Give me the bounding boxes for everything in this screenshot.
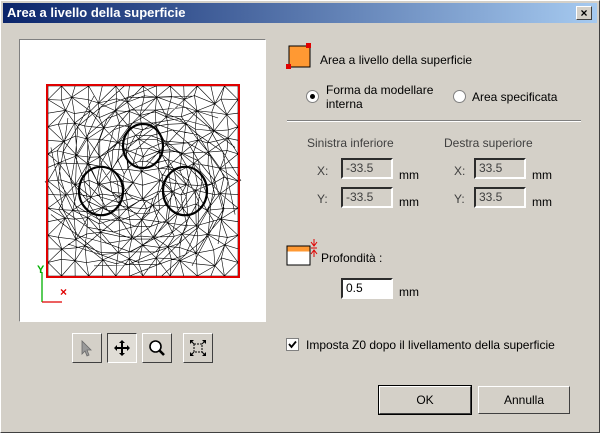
move-icon — [114, 340, 130, 356]
internal-shape-label-line1: Forma da modellare — [326, 83, 434, 97]
lower-left-x-label: X: — [317, 164, 329, 178]
specified-area-radio[interactable] — [453, 90, 466, 103]
y-axis-label: Y — [37, 264, 45, 276]
lower-left-x-unit: mm — [399, 168, 419, 182]
surface-preview[interactable]: Y × — [19, 39, 266, 322]
lower-left-y-unit: mm — [399, 195, 419, 209]
depth-icon — [286, 239, 318, 266]
ok-button[interactable]: OK — [378, 385, 472, 415]
depth-unit: mm — [399, 285, 419, 299]
upper-right-y-unit: mm — [532, 195, 552, 209]
internal-shape-label-line2: interna — [326, 97, 363, 111]
level-area-heading: Area a livello della superficie — [320, 53, 473, 67]
specified-area-label: Area specificata — [472, 90, 558, 104]
upper-right-x-unit: mm — [532, 168, 552, 182]
select-tool-button[interactable] — [72, 333, 102, 363]
set-z0-label: Imposta Z0 dopo il livellamento della su… — [306, 338, 555, 352]
depth-label: Profondità : — [321, 251, 383, 265]
lower-left-title: Sinistra inferiore — [307, 136, 394, 150]
zoom-tool-button[interactable] — [142, 333, 172, 363]
window-title: Area a livello della superficie — [7, 5, 186, 20]
set-z0-checkbox[interactable] — [286, 338, 299, 351]
upper-right-title: Destra superiore — [444, 136, 533, 150]
cancel-button[interactable]: Annulla — [478, 386, 570, 414]
upper-right-x-label: X: — [454, 164, 466, 178]
lower-left-x-field: -33.5 — [341, 158, 393, 179]
fit-view-button[interactable] — [183, 333, 213, 363]
x-axis-label: × — [60, 285, 67, 299]
dialog-window: Area a livello della superficie × Y × Ar… — [0, 0, 600, 433]
internal-shape-radio[interactable] — [306, 90, 319, 103]
lower-left-y-field: -33.5 — [341, 187, 393, 208]
options-separator — [287, 120, 581, 122]
upper-right-y-field: 33.5 — [474, 187, 526, 208]
upper-right-x-field: 33.5 — [474, 158, 526, 179]
mesh-preview-canvas: Y × — [20, 40, 265, 321]
checkmark-icon — [288, 340, 297, 349]
magnifier-icon — [149, 340, 165, 356]
title-bar[interactable]: Area a livello della superficie × — [3, 3, 597, 23]
lower-left-y-label: Y: — [317, 192, 328, 206]
upper-right-y-label: Y: — [454, 192, 465, 206]
fit-to-window-icon — [190, 340, 206, 356]
level-area-icon — [286, 43, 311, 69]
depth-input[interactable]: 0.5 — [341, 278, 393, 299]
close-button[interactable]: × — [576, 6, 592, 20]
arrow-cursor-icon — [81, 340, 92, 357]
pan-tool-button[interactable] — [107, 333, 137, 363]
